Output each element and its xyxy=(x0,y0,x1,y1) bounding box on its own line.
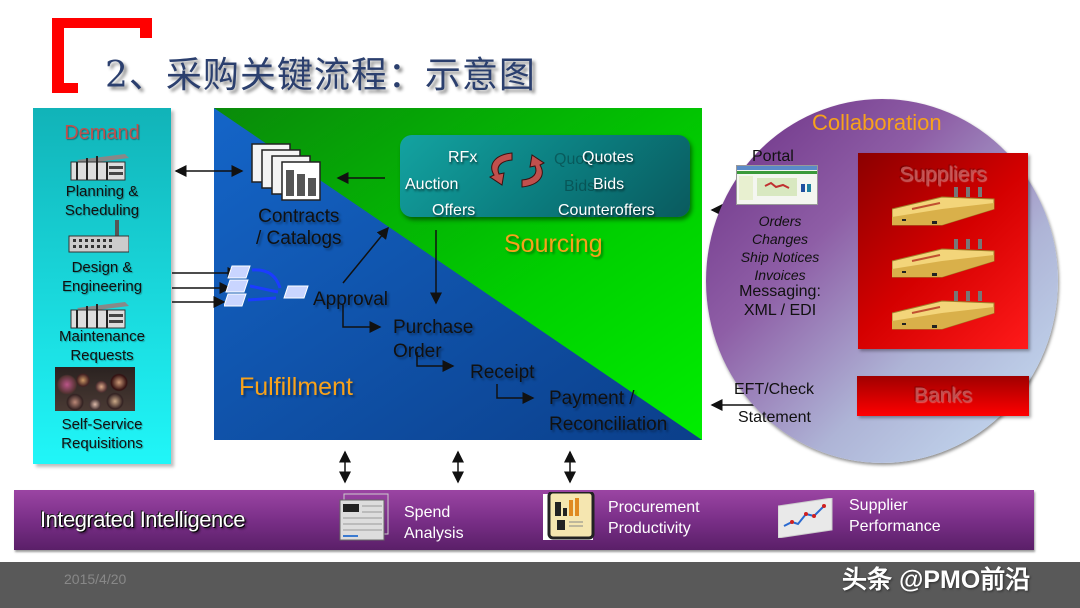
collaboration-title: Collaboration xyxy=(812,110,942,135)
contracts-catalogs-label: Contracts / Catalogs xyxy=(256,206,342,249)
intel-item-procurement-productivity: Procurement Productivity xyxy=(608,499,700,537)
demand-panel: Demand Planning & Scheduling Design & En… xyxy=(33,108,171,464)
sourcing-item-bids: Bids xyxy=(593,176,625,193)
doc-orders: Orders xyxy=(758,213,802,229)
demand-title: Demand xyxy=(64,122,140,144)
messaging-label: Messaging: XML / EDI xyxy=(739,283,821,319)
intel-item-supplier-performance: Supplier Performance xyxy=(849,497,941,535)
suppliers-box: Suppliers xyxy=(858,153,1028,349)
eft-check-label: EFT/Check xyxy=(734,381,815,398)
cycle-arrows-icon xyxy=(489,152,545,188)
supplier-factories-icon xyxy=(892,187,995,330)
banks-title: Banks xyxy=(913,384,973,407)
portal-screenshot-icon xyxy=(736,165,818,205)
integrated-intelligence-title: Integrated Intelligence xyxy=(40,507,246,532)
doc-changes: Changes xyxy=(751,231,809,247)
footer-date: 2015/4/20 xyxy=(64,571,127,587)
crowd-photo xyxy=(55,367,135,411)
sourcing-item-auction: Auction xyxy=(405,176,459,193)
collaboration-documents: Orders Changes Ship Notices Invoices xyxy=(734,212,826,284)
workflow-documents-icon xyxy=(224,265,309,307)
footer-watermark: 头条 @PMO前沿 xyxy=(842,566,1031,594)
demand-item-planning: Planning & Scheduling xyxy=(64,183,140,219)
banks-box: Banks xyxy=(857,376,1029,416)
sourcing-activities-box: RFx Auction Offers Quotes Bids Quotes Bi… xyxy=(400,135,690,219)
sourcing-item-counteroffers: Counteroffers xyxy=(558,202,655,219)
intel-item-spend-analysis: Spend Analysis xyxy=(404,504,464,542)
demand-item-design: Design & Engineering xyxy=(61,259,143,295)
spreadsheet-icon xyxy=(339,493,389,541)
office-building-icon xyxy=(70,302,129,329)
report-chart-icon xyxy=(543,492,595,540)
demand-item-self-service: Self-Service Requisitions xyxy=(61,416,143,452)
step-payment-reconciliation: Payment / Reconciliation xyxy=(549,388,668,435)
statement-label: Statement xyxy=(738,409,811,426)
demand-item-maintenance: Maintenance Requests xyxy=(59,328,145,364)
sourcing-item-rfx: RFx xyxy=(448,149,478,166)
office-building-icon xyxy=(70,154,129,181)
doc-ship-notices: Ship Notices xyxy=(740,249,820,265)
page-title: 2、采购关键流程：示意图 xyxy=(105,55,536,96)
step-receipt: Receipt xyxy=(470,362,535,383)
line-chart-icon xyxy=(778,498,833,538)
step-purchase-order: Purchase Order xyxy=(393,317,474,362)
sourcing-item-quotes: Quotes xyxy=(582,149,634,166)
factory-icon xyxy=(68,220,129,253)
contracts-catalog-icon xyxy=(251,143,321,201)
sourcing-item-offers: Offers xyxy=(432,202,476,219)
step-approval: Approval xyxy=(313,289,388,310)
sourcing-ghost-bids: Bids xyxy=(564,178,596,195)
sourcing-section-label: Sourcing xyxy=(504,230,603,258)
portal-label: Portal xyxy=(752,148,794,165)
fulfillment-section-label: Fulfillment xyxy=(239,373,353,401)
